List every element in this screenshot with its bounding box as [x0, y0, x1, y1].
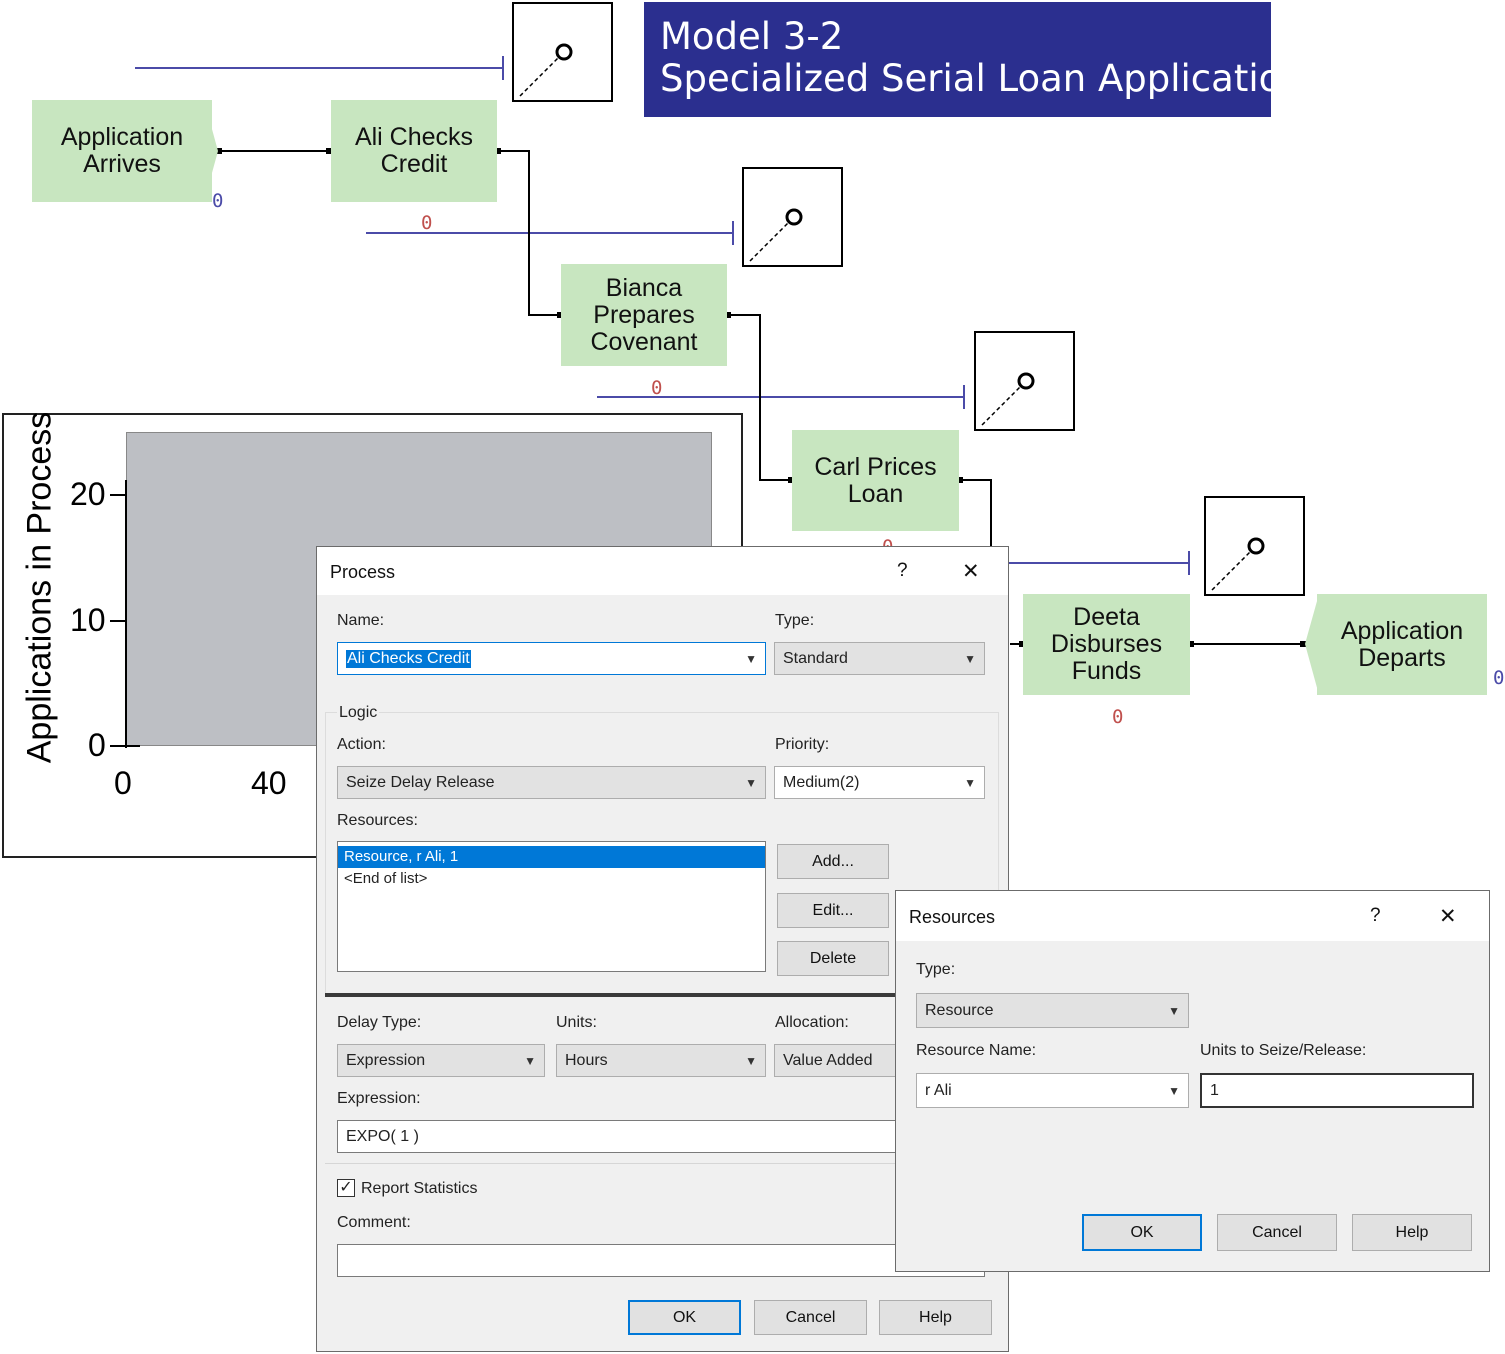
list-item[interactable]: Resource, r Ali, 1 [338, 846, 765, 868]
action-select[interactable]: Seize Delay Release ▼ [337, 766, 766, 799]
resource-idle-icon [749, 208, 803, 262]
plot-xtick-0: 0 [114, 765, 132, 801]
cancel-button[interactable]: Cancel [1217, 1214, 1337, 1251]
edit-button[interactable]: Edit... [777, 893, 889, 928]
report-statistics-checkbox[interactable]: ✓ [337, 1179, 355, 1197]
resources-dialog-titlebar: Resources ? ✕ [896, 891, 1489, 941]
units-value: Hours [565, 1051, 608, 1069]
dialog-title: Process [330, 562, 396, 582]
plot-ytick-20: 20 [70, 476, 106, 512]
comment-field[interactable] [337, 1244, 985, 1277]
logic-group-label: Logic [337, 704, 380, 722]
resource-name-value: r Ali [925, 1081, 952, 1099]
process-block-deeta-disburses-funds[interactable]: Deeta Disburses Funds [1023, 594, 1190, 695]
allocation-label: Allocation: [775, 1014, 849, 1031]
units-label: Units: [556, 1014, 597, 1031]
plot-axes [110, 480, 140, 748]
help-button[interactable]: Help [879, 1300, 992, 1335]
counter-bianca: 0 [651, 377, 663, 399]
plot-xtick-40: 40 [251, 765, 287, 801]
help-button[interactable]: Help [1352, 1214, 1472, 1251]
units-to-seize-value: 1 [1210, 1081, 1219, 1099]
chevron-down-icon: ▼ [964, 775, 976, 790]
resource-idle-icon [1211, 537, 1265, 591]
counter-ali: 0 [421, 212, 433, 234]
create-block-application-arrives[interactable]: Application Arrives [32, 100, 212, 202]
resource-picture-carl[interactable] [974, 331, 1075, 431]
delete-button[interactable]: Delete [777, 941, 889, 976]
chevron-down-icon: ▼ [1168, 1003, 1180, 1018]
units-to-seize-field[interactable]: 1 [1200, 1073, 1474, 1108]
delay-type-select[interactable]: Expression ▼ [337, 1044, 545, 1077]
resource-type-select[interactable]: Resource ▼ [916, 993, 1189, 1028]
process-dialog-titlebar: Process ? ✕ [317, 547, 1008, 595]
expression-label: Expression: [337, 1090, 421, 1107]
ok-button[interactable]: OK [1082, 1214, 1202, 1251]
counter-depart: 0 [1493, 667, 1505, 689]
type-label: Type: [916, 961, 956, 978]
report-statistics-label[interactable]: Report Statistics [361, 1180, 477, 1198]
resource-picture-ali[interactable] [512, 2, 613, 102]
banner-line-1: Model 3-2 [660, 15, 844, 58]
resources-listbox[interactable]: Resource, r Ali, 1 <End of list> [337, 841, 766, 972]
comment-label: Comment: [337, 1214, 411, 1231]
name-value: Ali Checks Credit [346, 649, 471, 668]
resource-name-label: Resource Name: [916, 1042, 1037, 1059]
chevron-down-icon: ▼ [745, 775, 757, 790]
resources-dialog: Resources ? ✕ Type: Resource ▼ Resource … [895, 890, 1490, 1272]
priority-label: Priority: [775, 736, 830, 753]
process-block-ali-checks-credit[interactable]: Ali Checks Credit [331, 100, 497, 202]
plot-ytick-10: 10 [70, 602, 106, 638]
delay-type-label: Delay Type: [337, 1014, 422, 1031]
chevron-down-icon: ▼ [745, 651, 757, 666]
type-select[interactable]: Standard ▼ [774, 642, 985, 675]
cancel-button[interactable]: Cancel [754, 1300, 867, 1335]
banner-line-2: Specialized Serial Loan Application [660, 57, 1305, 100]
resource-name-combo[interactable]: r Ali ▼ [916, 1073, 1189, 1108]
dispose-block-application-departs[interactable]: Application Departs [1317, 594, 1487, 695]
delay-type-value: Expression [346, 1051, 426, 1069]
chevron-down-icon: ▼ [964, 651, 976, 666]
counter-arrive: 0 [212, 190, 224, 212]
type-label: Type: [775, 612, 815, 629]
ok-button[interactable]: OK [628, 1300, 741, 1335]
resource-idle-icon [981, 372, 1035, 426]
units-select[interactable]: Hours ▼ [556, 1044, 766, 1077]
action-label: Action: [337, 736, 386, 753]
chevron-down-icon: ▼ [524, 1053, 536, 1068]
resources-label: Resources: [337, 812, 418, 829]
model-title-banner: Model 3-2 Specialized Serial Loan Applic… [644, 2, 1305, 117]
resource-picture-bianca[interactable] [742, 167, 843, 267]
add-button[interactable]: Add... [777, 844, 889, 879]
name-combo[interactable]: Ali Checks Credit ▼ [337, 642, 766, 675]
chevron-down-icon: ▼ [745, 1053, 757, 1068]
resource-type-value: Resource [925, 1001, 994, 1019]
priority-select[interactable]: Medium(2) ▼ [774, 766, 985, 799]
process-block-bianca-prepares-covenant[interactable]: Bianca Prepares Covenant [561, 264, 727, 366]
type-value: Standard [783, 649, 848, 667]
action-value: Seize Delay Release [346, 773, 495, 791]
plot-ylabel: Applications in Process [20, 411, 59, 764]
help-icon[interactable]: ? [897, 560, 908, 582]
expression-value: EXPO( 1 ) [346, 1127, 419, 1145]
dialog-title: Resources [909, 907, 996, 927]
plot-ytick-0: 0 [88, 727, 106, 763]
units-to-seize-label: Units to Seize/Release: [1200, 1042, 1367, 1059]
allocation-value: Value Added [783, 1051, 873, 1069]
close-icon[interactable]: ✕ [962, 559, 980, 584]
counter-deeta: 0 [1112, 706, 1124, 728]
help-icon[interactable]: ? [1370, 905, 1381, 927]
name-label: Name: [337, 612, 385, 629]
close-icon[interactable]: ✕ [1439, 904, 1457, 929]
resource-picture-deeta[interactable] [1204, 496, 1305, 596]
chevron-down-icon: ▼ [1168, 1083, 1180, 1098]
priority-value: Medium(2) [783, 773, 860, 791]
process-block-carl-prices-loan[interactable]: Carl Prices Loan [792, 430, 959, 531]
resource-idle-icon [519, 43, 573, 97]
expression-field[interactable]: EXPO( 1 ) [337, 1120, 985, 1153]
list-item[interactable]: <End of list> [338, 868, 765, 890]
